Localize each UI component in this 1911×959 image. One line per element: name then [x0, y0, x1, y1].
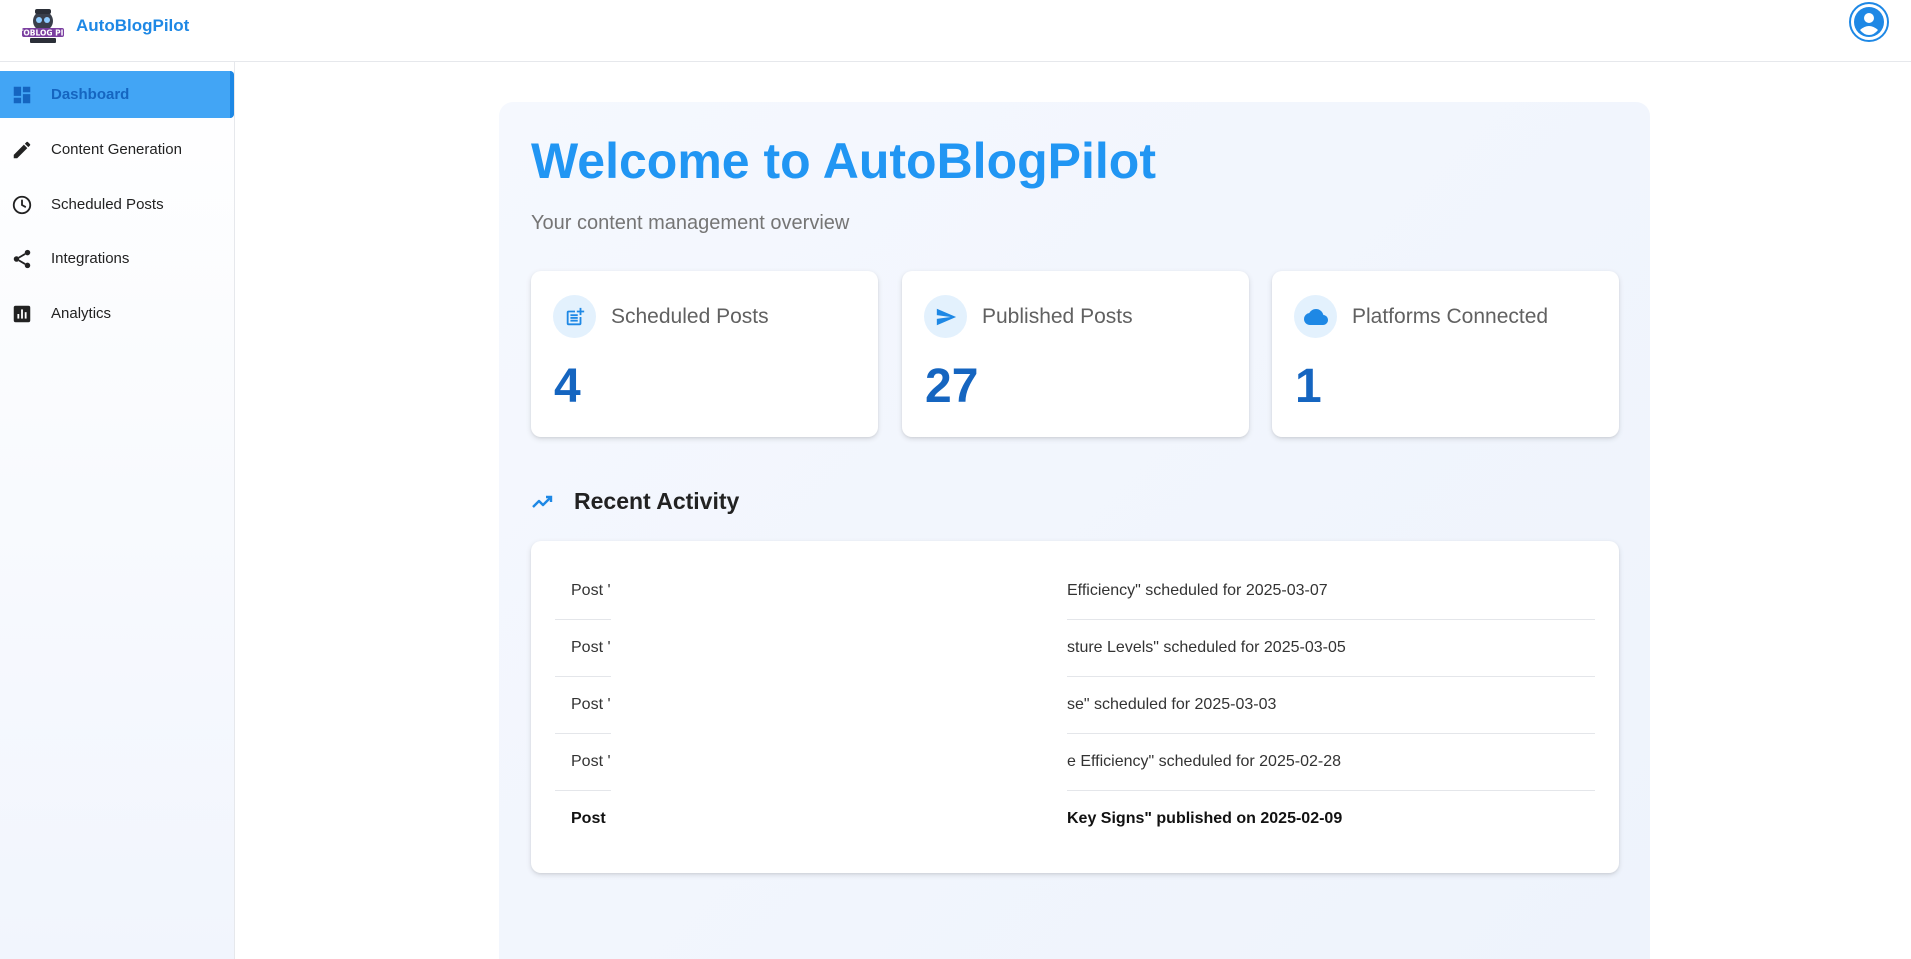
- stat-icon-badge: [924, 295, 967, 338]
- activity-text-end: se" scheduled for 2025-03-03: [1067, 696, 1277, 713]
- sidebar-item-content-generation[interactable]: Content Generation: [0, 126, 234, 173]
- activity-text-start: Post ': [571, 696, 611, 713]
- stat-card-scheduled-posts: Scheduled Posts 4: [531, 271, 878, 437]
- recent-activity-header: Recent Activity: [531, 486, 739, 516]
- stat-icon-badge: [553, 295, 596, 338]
- activity-text-end: Efficiency" scheduled for 2025-03-07: [1067, 582, 1328, 599]
- sidebar-item-analytics[interactable]: Analytics: [0, 290, 234, 337]
- logo-wordmark: AUTOBLOG PILOT: [18, 29, 68, 38]
- share-icon: [13, 249, 31, 269]
- redaction-overlay: [611, 541, 1067, 873]
- stat-card-published-posts: Published Posts 27: [902, 271, 1249, 437]
- sidebar-item-label: Integrations: [51, 250, 130, 267]
- stat-value: 1: [1295, 360, 1322, 413]
- stat-value: 27: [925, 360, 979, 413]
- activity-text-end: e Efficiency" scheduled for 2025-02-28: [1067, 753, 1341, 770]
- stat-label: Platforms Connected: [1352, 305, 1549, 328]
- stat-value: 4: [554, 360, 581, 413]
- account-button[interactable]: [1846, 1, 1892, 43]
- sidebar: Dashboard Content Generation Scheduled P…: [0, 62, 235, 959]
- sidebar-item-label: Dashboard: [51, 86, 130, 103]
- page-subtitle: Your content management overview: [531, 212, 850, 234]
- dashboard-icon: [13, 86, 31, 104]
- sidebar-item-integrations[interactable]: Integrations: [0, 235, 234, 282]
- send-icon: [936, 308, 956, 325]
- post-add-icon: [566, 307, 584, 325]
- account-circle-icon: [1849, 2, 1889, 42]
- activity-text-start: Post ': [571, 639, 611, 656]
- stat-card-platforms-connected: Platforms Connected 1: [1272, 271, 1619, 437]
- activity-text-end: sture Levels" scheduled for 2025-03-05: [1067, 639, 1346, 656]
- recent-activity-list: Post ' Efficiency" scheduled for 2025-03…: [531, 541, 1619, 873]
- pencil-icon: [13, 141, 31, 159]
- analytics-icon: [13, 305, 31, 323]
- activity-text-end: Key Signs" published on 2025-02-09: [1067, 810, 1343, 827]
- sidebar-item-scheduled-posts[interactable]: Scheduled Posts: [0, 181, 234, 228]
- stat-label: Published Posts: [982, 305, 1133, 328]
- section-title: Recent Activity: [574, 487, 740, 514]
- stat-label: Scheduled Posts: [611, 305, 769, 328]
- activity-text-start: Post ': [571, 582, 611, 599]
- sidebar-item-label: Analytics: [51, 305, 112, 322]
- clock-icon: [12, 195, 32, 215]
- app-name: AutoBlogPilot: [76, 16, 190, 35]
- sidebar-item-label: Content Generation: [51, 141, 182, 158]
- page-title: Welcome to AutoBlogPilot: [531, 133, 1156, 189]
- top-app-bar: AUTOBLOG PILOT AutoBlogPilot: [0, 0, 1911, 62]
- activity-text-start: Post ': [571, 753, 611, 770]
- stat-icon-badge: [1294, 295, 1337, 338]
- sidebar-item-dashboard[interactable]: Dashboard: [0, 71, 234, 118]
- cloud-icon: [1303, 308, 1328, 325]
- robot-pilot-logo: AUTOBLOG PILOT: [18, 9, 68, 43]
- brand[interactable]: AUTOBLOG PILOT AutoBlogPilot: [18, 4, 189, 48]
- trending-up-icon: [532, 495, 553, 508]
- activity-text-start: Post: [571, 810, 606, 827]
- sidebar-item-label: Scheduled Posts: [51, 196, 164, 213]
